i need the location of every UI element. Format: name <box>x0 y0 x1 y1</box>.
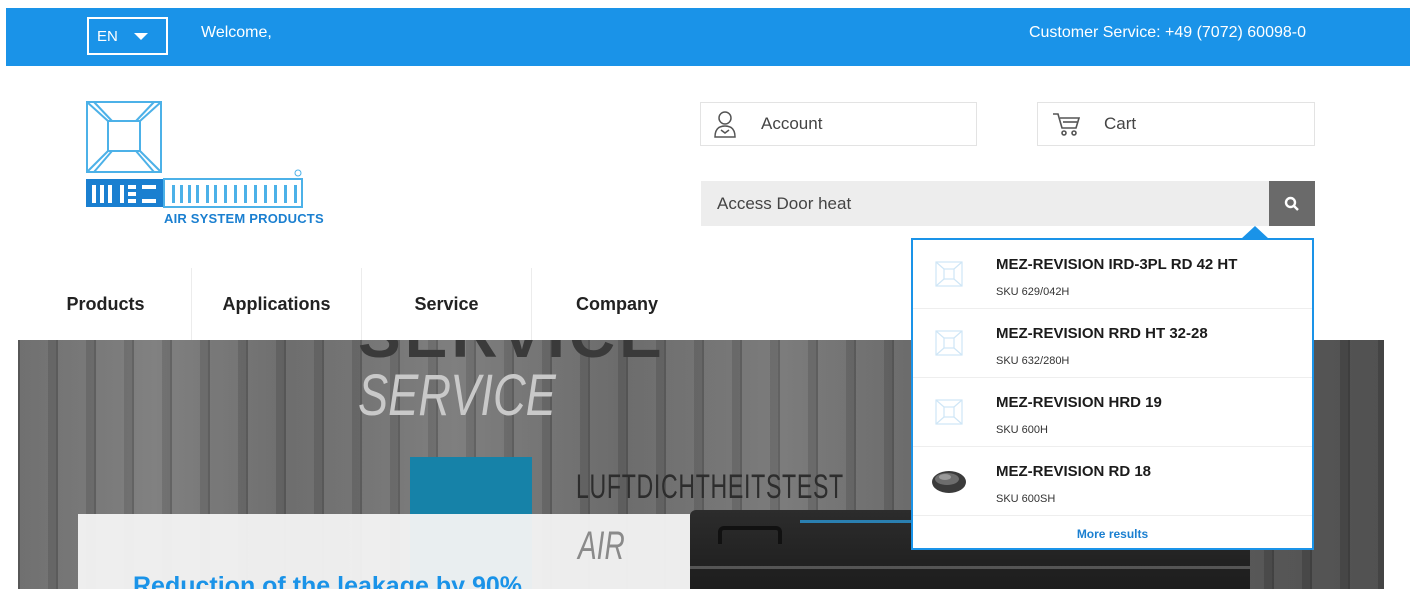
nav-item-company[interactable]: Company <box>532 268 702 340</box>
nav-item-service[interactable]: Service <box>362 268 532 340</box>
hero-service-text: SERVICE <box>358 363 556 428</box>
nav-item-products[interactable]: Products <box>20 268 192 340</box>
more-results-link[interactable]: More results <box>913 527 1312 541</box>
search-result-item[interactable]: MEZ-REVISION HRD 19 SKU 600H <box>913 378 1312 447</box>
result-sku: SKU 600H <box>996 424 1048 436</box>
search-result-item[interactable]: MEZ-REVISION RD 18 SKU 600SH <box>913 447 1312 516</box>
result-name: MEZ-REVISION RD 18 <box>996 463 1152 480</box>
cart-icon <box>1052 110 1080 138</box>
result-name: MEZ-REVISION HRD 19 <box>996 394 1162 411</box>
search-results-dropdown: MEZ-REVISION IRD-3PL RD 42 HT SKU 629/04… <box>911 226 1314 550</box>
account-button[interactable]: Account <box>700 102 977 146</box>
account-label: Account <box>761 114 823 133</box>
result-name: MEZ-REVISION RRD HT 32-28 <box>996 325 1208 342</box>
result-sku: SKU 632/280H <box>996 355 1070 367</box>
nav-item-applications[interactable]: Applications <box>192 268 362 340</box>
placeholder-logo-icon <box>929 325 969 361</box>
result-sku: SKU 629/042H <box>996 286 1070 298</box>
hero-headline: Reduction of the leakage by 90% <box>133 572 522 589</box>
search-input[interactable] <box>701 181 1269 226</box>
company-logo[interactable]: AIR SYSTEM PRODUCTS <box>84 99 324 233</box>
search-result-item[interactable]: MEZ-REVISION RRD HT 32-28 SKU 632/280H <box>913 309 1312 378</box>
placeholder-logo-icon <box>929 256 969 292</box>
user-icon <box>711 110 739 138</box>
round-door-photo-icon <box>929 463 969 499</box>
hero-test-text: LUFTDICHTHEITSTEST <box>576 468 844 506</box>
placeholder-logo-icon <box>929 394 969 430</box>
customer-service-phone[interactable]: Customer Service: +49 (7072) 60098-0 <box>1029 24 1306 42</box>
welcome-text: Welcome, <box>201 24 272 41</box>
main-nav: Products Applications Service Company <box>20 268 702 340</box>
result-sku: SKU 600SH <box>996 493 1056 505</box>
top-bar: EN Welcome, Customer Service: +49 (7072)… <box>6 8 1410 66</box>
cart-button[interactable]: Cart <box>1037 102 1315 146</box>
logo-tagline: AIR SYSTEM PRODUCTS <box>164 211 324 226</box>
search-icon <box>1284 196 1299 211</box>
dropdown-arrow <box>1241 226 1269 239</box>
language-selector[interactable]: EN <box>87 17 168 55</box>
language-label: EN <box>97 27 118 45</box>
search-button[interactable] <box>1269 181 1315 226</box>
search-result-item[interactable]: MEZ-REVISION IRD-3PL RD 42 HT SKU 629/04… <box>913 240 1312 309</box>
caret-down-icon <box>133 32 148 40</box>
result-name: MEZ-REVISION IRD-3PL RD 42 HT <box>996 256 1238 273</box>
cart-label: Cart <box>1104 114 1137 133</box>
hero-air-text: AIR <box>578 524 625 568</box>
